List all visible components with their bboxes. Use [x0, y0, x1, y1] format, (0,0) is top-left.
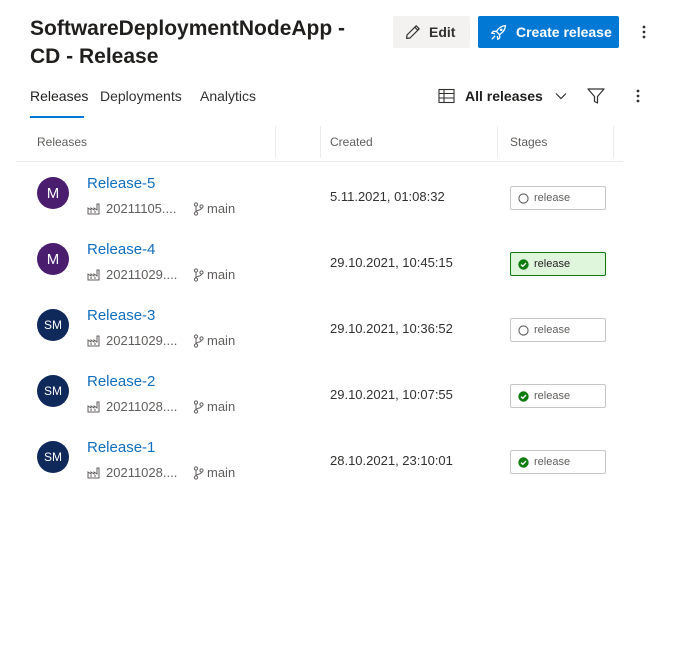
created-date: 29.10.2021, 10:07:55: [330, 387, 453, 402]
release-name-link[interactable]: Release-3: [87, 307, 155, 324]
stage-label: release: [534, 192, 571, 204]
stage-label: release: [534, 456, 571, 468]
release-meta: 20211105.... main: [87, 201, 235, 216]
pencil-icon: [406, 25, 420, 39]
stage-label: release: [534, 258, 571, 270]
avatar: M: [37, 243, 69, 275]
build-icon: [87, 401, 100, 413]
build-number: 20211029....: [106, 267, 178, 282]
branch-name: main: [207, 399, 236, 414]
build-number: 20211029....: [106, 333, 178, 348]
branch-icon: [193, 267, 204, 282]
build-icon: [87, 269, 100, 281]
stage-label: release: [534, 324, 571, 336]
more-actions-icon[interactable]: [634, 20, 654, 44]
tab-deployments[interactable]: Deployments: [100, 88, 182, 104]
table-header: Releases Created Stages: [16, 126, 623, 162]
branch-name: main: [207, 267, 236, 282]
release-name-link[interactable]: Release-1: [87, 439, 155, 456]
release-meta: 20211029.... main: [87, 267, 235, 282]
edit-button[interactable]: Edit: [393, 16, 470, 48]
avatar: SM: [37, 309, 69, 341]
build-icon: [87, 335, 100, 347]
column-divider[interactable]: [320, 126, 321, 158]
stage-badge[interactable]: release: [510, 384, 606, 408]
edit-button-label: Edit: [429, 24, 456, 40]
rocket-icon: [490, 24, 507, 40]
build-number: 20211028....: [106, 399, 178, 414]
release-name-link[interactable]: Release-2: [87, 373, 155, 390]
create-release-button[interactable]: Create release: [478, 16, 619, 48]
build-number: 20211028....: [106, 465, 178, 480]
table-row[interactable]: SM Release-3 20211029.... main 29.10.202…: [16, 298, 623, 364]
column-header-releases: Releases: [37, 135, 88, 149]
table-row[interactable]: SM Release-2 20211028.... main 29.10.202…: [16, 364, 623, 430]
page-title: SoftwareDeploymentNodeApp - CD - Release: [30, 17, 346, 68]
release-name-link[interactable]: Release-4: [87, 241, 155, 258]
tab-analytics[interactable]: Analytics: [200, 88, 256, 104]
created-date: 29.10.2021, 10:36:52: [330, 321, 453, 336]
tab-releases[interactable]: Releases: [30, 88, 88, 104]
table-row[interactable]: M Release-4 20211029.... main 29.10.2021…: [16, 232, 623, 298]
chevron-down-icon: [555, 93, 567, 100]
release-meta: 20211028.... main: [87, 399, 235, 414]
branch-icon: [193, 465, 204, 480]
column-header-created: Created: [330, 135, 373, 149]
branch-name: main: [207, 201, 236, 216]
view-selector[interactable]: All releases: [438, 85, 567, 107]
release-meta: 20211028.... main: [87, 465, 235, 480]
more-options-icon[interactable]: [628, 85, 648, 107]
column-divider[interactable]: [613, 126, 614, 158]
release-meta: 20211029.... main: [87, 333, 235, 348]
build-icon: [87, 467, 100, 479]
table-icon: [438, 88, 455, 104]
create-release-label: Create release: [516, 24, 612, 40]
build-number: 20211105....: [106, 201, 177, 216]
table-row[interactable]: SM Release-1 20211028.... main 28.10.202…: [16, 430, 623, 496]
branch-icon: [193, 333, 204, 348]
view-selector-label: All releases: [465, 88, 543, 104]
not-deployed-icon: [518, 324, 529, 336]
column-divider[interactable]: [275, 126, 276, 158]
success-check-icon: [518, 456, 529, 468]
branch-name: main: [207, 465, 236, 480]
stage-badge[interactable]: release: [510, 450, 606, 474]
branch-icon: [193, 399, 204, 414]
avatar: SM: [37, 375, 69, 407]
created-date: 5.11.2021, 01:08:32: [330, 189, 445, 204]
table-row[interactable]: M Release-5 20211105.... main 5.11.2021,…: [16, 166, 623, 232]
release-name-link[interactable]: Release-5: [87, 175, 155, 192]
not-deployed-icon: [518, 192, 529, 204]
active-tab-indicator: [30, 116, 84, 118]
stage-label: release: [534, 390, 571, 402]
stage-badge[interactable]: release: [510, 186, 606, 210]
avatar: SM: [37, 441, 69, 473]
created-date: 28.10.2021, 23:10:01: [330, 453, 453, 468]
column-divider[interactable]: [497, 126, 498, 158]
build-icon: [87, 203, 100, 215]
stage-badge[interactable]: release: [510, 318, 606, 342]
created-date: 29.10.2021, 10:45:15: [330, 255, 453, 270]
branch-name: main: [207, 333, 236, 348]
column-header-stages: Stages: [510, 135, 548, 149]
branch-icon: [193, 201, 204, 216]
success-check-icon: [518, 390, 529, 402]
filter-icon[interactable]: [586, 86, 606, 106]
stage-badge[interactable]: release: [510, 252, 606, 276]
avatar: M: [37, 177, 69, 209]
success-check-icon: [518, 258, 529, 270]
